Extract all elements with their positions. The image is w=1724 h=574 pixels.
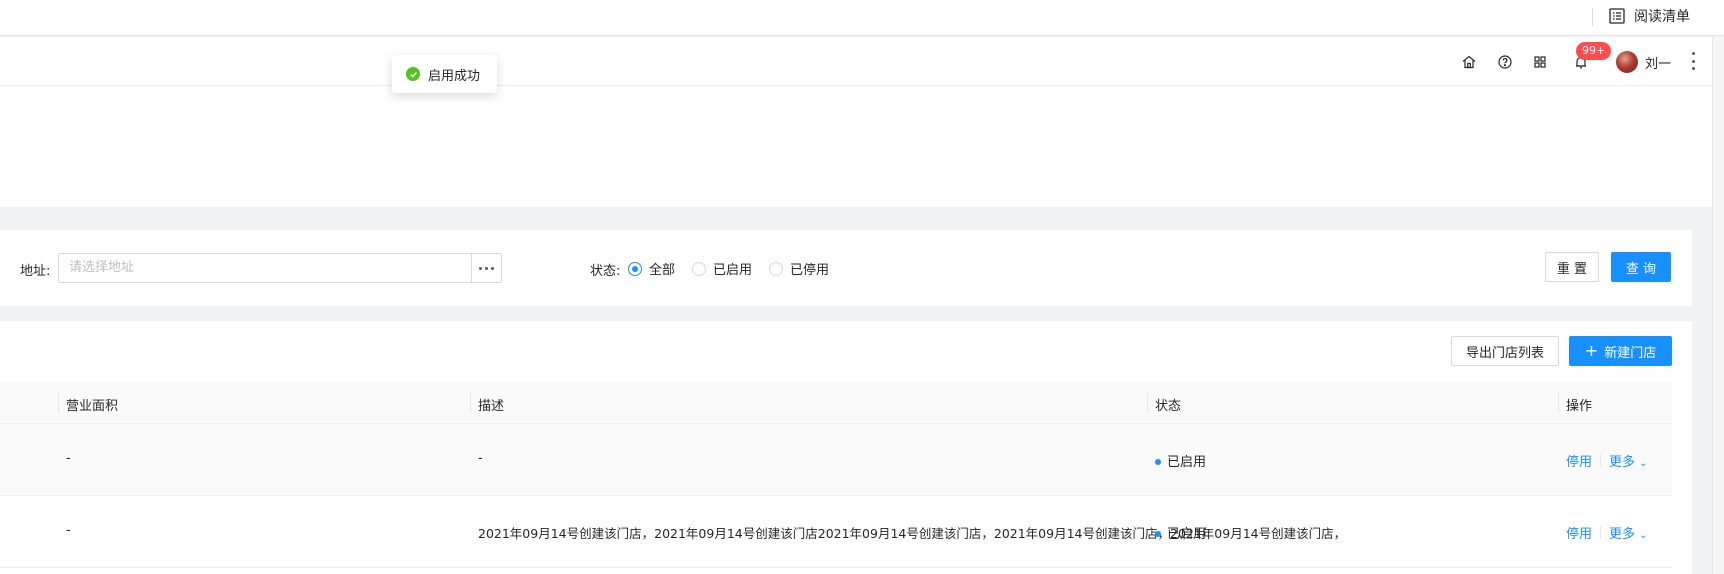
disable-link[interactable]: 停用 (1566, 523, 1592, 542)
reading-list-icon (1609, 8, 1625, 24)
store-table-panel: 导出门店列表 + 新建门店 营业面积 描述 状态 操作 - - 已启用 停用 更… (0, 321, 1692, 574)
status-option-label: 全部 (649, 263, 676, 278)
status-text: 已启用 (1167, 455, 1207, 470)
reading-list-button[interactable]: 阅读清单 (1608, 6, 1690, 26)
toast-message: 启用成功 (428, 68, 481, 84)
page-scrollbar[interactable] (1712, 36, 1724, 574)
filter-panel: 地址: 请选择地址 状态: 全部 已启用 已停用 重 置 查 询 (0, 230, 1692, 306)
page-banner-area (0, 86, 1712, 207)
reading-list-label: 阅读清单 (1634, 9, 1690, 25)
more-label: 更多 (1609, 455, 1636, 470)
status-radio-enabled[interactable]: 已启用 (692, 259, 752, 278)
new-store-button[interactable]: + 新建门店 (1569, 336, 1672, 366)
cell-description: - (478, 451, 483, 466)
status-radio-all[interactable]: 全部 (628, 259, 675, 278)
success-toast: 启用成功 (392, 55, 497, 93)
app-header: 99+ 刘一 (0, 37, 1712, 86)
address-label: 地址: (20, 264, 51, 279)
query-button[interactable]: 查 询 (1611, 252, 1671, 282)
more-label: 更多 (1609, 527, 1636, 542)
plus-icon: + (1584, 341, 1599, 360)
address-select-field[interactable]: 请选择地址 (58, 253, 502, 283)
cell-area: - (66, 523, 71, 538)
topbar-divider (1592, 8, 1593, 26)
table-row: - 2021年09月14号创建该门店，2021年09月14号创建该门店2021年… (0, 496, 1672, 568)
status-radio-disabled[interactable]: 已停用 (769, 259, 829, 278)
cell-area: - (66, 451, 71, 466)
check-circle-icon (406, 67, 420, 81)
chevron-down-icon: ⌄ (1639, 530, 1648, 541)
status-dot-icon (1155, 530, 1161, 537)
radio-checked-icon (628, 261, 642, 276)
status-option-label: 已启用 (713, 263, 753, 278)
address-placeholder: 请选择地址 (69, 260, 135, 275)
more-dropdown[interactable]: 更多 ⌄ (1609, 523, 1648, 542)
column-header-actions: 操作 (1566, 399, 1593, 414)
status-label: 状态: (590, 264, 621, 279)
radio-unchecked-icon (769, 261, 783, 276)
export-store-list-button[interactable]: 导出门店列表 (1451, 336, 1559, 366)
new-store-label: 新建门店 (1604, 345, 1657, 361)
help-icon[interactable] (1496, 53, 1514, 71)
disable-link[interactable]: 停用 (1566, 451, 1592, 470)
table-header: 营业面积 描述 状态 操作 (0, 382, 1672, 424)
column-header-status: 状态 (1155, 399, 1182, 414)
chevron-down-icon: ⌄ (1639, 458, 1648, 469)
cell-status: 已启用 (1155, 451, 1206, 470)
column-header-description: 描述 (478, 399, 505, 414)
column-header-area: 营业面积 (66, 399, 119, 414)
browser-top-bar: 阅读清单 (0, 0, 1724, 36)
notification-badge: 99+ (1576, 42, 1612, 60)
more-vertical-icon[interactable] (1690, 52, 1696, 70)
status-text: 已启用 (1167, 527, 1207, 542)
cell-description: 2021年09月14号创建该门店，2021年09月14号创建该门店2021年09… (478, 526, 1338, 541)
apps-icon[interactable] (1531, 53, 1549, 71)
reset-button[interactable]: 重 置 (1545, 252, 1599, 282)
status-dot-icon (1155, 458, 1161, 465)
home-icon[interactable] (1460, 53, 1478, 71)
radio-unchecked-icon (692, 261, 706, 276)
ellipsis-icon[interactable] (471, 254, 501, 282)
user-name[interactable]: 刘一 (1645, 53, 1671, 72)
avatar[interactable] (1616, 51, 1638, 73)
cell-status: 已启用 (1155, 523, 1206, 542)
status-option-label: 已停用 (790, 263, 830, 278)
table-row: - - 已启用 停用 更多 ⌄ (0, 424, 1672, 496)
more-dropdown[interactable]: 更多 ⌄ (1609, 451, 1648, 470)
